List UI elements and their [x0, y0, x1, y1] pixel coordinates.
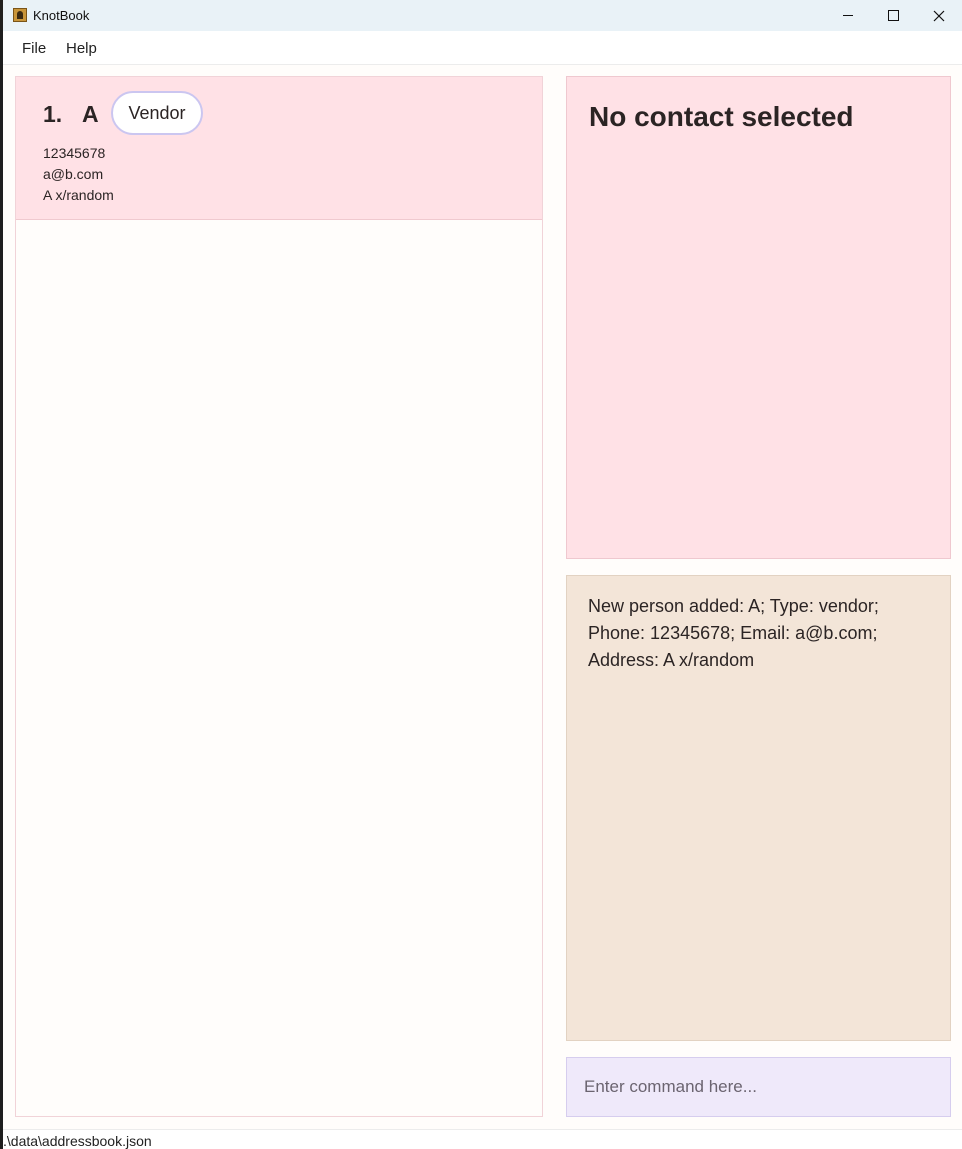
- result-message: New person added: A; Type: vendor; Phone…: [588, 596, 879, 670]
- save-file-path: .\data\addressbook.json: [3, 1133, 152, 1149]
- maximize-icon: [887, 10, 899, 21]
- person-email: a@b.com: [43, 166, 104, 182]
- app-window: KnotBook File Help 1. A Vendor 12345678 …: [3, 0, 962, 1149]
- menu-bar: File Help: [3, 31, 962, 65]
- minimize-icon: [843, 15, 853, 16]
- close-button[interactable]: [916, 0, 962, 31]
- status-bar: .\data\addressbook.json: [3, 1129, 962, 1149]
- person-index: 1.: [43, 101, 63, 127]
- menu-file[interactable]: File: [22, 40, 46, 57]
- maximize-button[interactable]: [870, 0, 916, 31]
- contact-detail-panel: No contact selected: [566, 76, 951, 559]
- person-list-panel[interactable]: 1. A Vendor 12345678 a@b.com A x/random: [15, 76, 543, 1117]
- person-card[interactable]: 1. A Vendor 12345678 a@b.com A x/random: [16, 77, 542, 220]
- command-box: [566, 1057, 951, 1117]
- contact-book-icon: [13, 8, 27, 22]
- close-icon: [933, 10, 945, 21]
- window-title: KnotBook: [33, 8, 90, 23]
- detail-title: No contact selected: [589, 101, 854, 132]
- menu-help[interactable]: Help: [66, 40, 97, 57]
- result-display: New person added: A; Type: vendor; Phone…: [566, 575, 951, 1041]
- person-address: A x/random: [43, 187, 114, 203]
- title-bar[interactable]: KnotBook: [3, 0, 962, 31]
- person-name: A: [82, 101, 99, 127]
- person-tag-badge: Vendor: [111, 91, 203, 135]
- command-input[interactable]: [568, 1059, 949, 1115]
- minimize-button[interactable]: [825, 0, 871, 31]
- person-phone: 12345678: [43, 145, 106, 161]
